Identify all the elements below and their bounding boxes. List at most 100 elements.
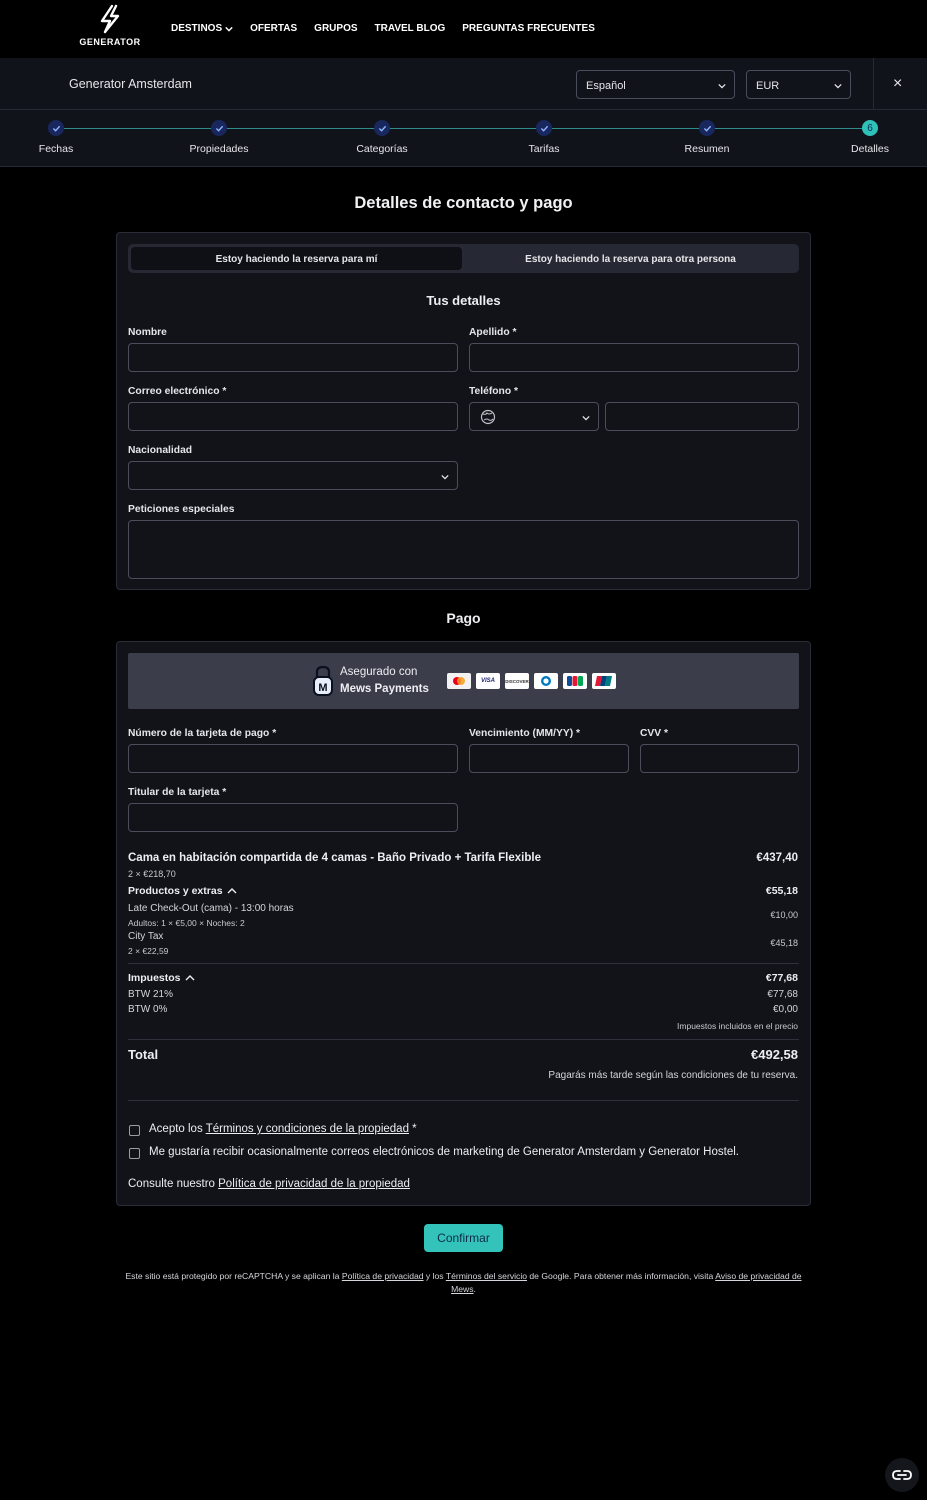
hotel-name: Generator Amsterdam xyxy=(69,77,192,91)
discover-icon: DISCOVER xyxy=(505,673,529,689)
btw21-label: BTW 21% xyxy=(128,989,174,1000)
menu-item-faq[interactable]: PREGUNTAS FRECUENTES xyxy=(462,23,595,34)
expiry-input[interactable] xyxy=(469,744,629,773)
step-resumen[interactable]: Resumen xyxy=(647,120,767,155)
terms-link[interactable]: Términos y condiciones de la propiedad xyxy=(206,1123,409,1135)
step-number-badge: 6 xyxy=(862,120,878,136)
booking-for-toggle: Estoy haciendo la reserva para mí Estoy … xyxy=(128,244,799,273)
special-requests-textarea[interactable] xyxy=(128,520,799,579)
step-fechas[interactable]: Fechas xyxy=(0,120,116,155)
recaptcha-text: de Google. Para obtener más información,… xyxy=(527,1271,716,1281)
email-input[interactable] xyxy=(128,402,458,431)
card-holder-input[interactable] xyxy=(128,803,458,832)
phone-number-input[interactable] xyxy=(605,402,799,431)
secured-with-text: Asegurado con xyxy=(340,666,418,678)
terms-prefix: Acepto los xyxy=(149,1123,206,1135)
marketing-checkbox[interactable] xyxy=(129,1148,140,1159)
total-label: Total xyxy=(128,1047,159,1062)
recaptcha-text: Este sitio está protegido por reCAPTCHA … xyxy=(125,1271,342,1281)
recaptcha-text: y los xyxy=(423,1271,446,1281)
chevron-up-icon xyxy=(185,975,195,981)
confirm-button[interactable]: Confirmar xyxy=(424,1224,503,1252)
check-icon xyxy=(699,120,715,136)
last-name-input[interactable] xyxy=(469,343,799,372)
logo-text: GENERATOR xyxy=(79,37,141,47)
google-privacy-link[interactable]: Política de privacidad xyxy=(342,1271,424,1281)
progress-steps: Fechas Propiedades Categorías Tarifas Re… xyxy=(0,110,927,167)
room-title: Cama en habitación compartida de 4 camas… xyxy=(128,852,541,864)
divider xyxy=(128,1039,799,1040)
card-number-input[interactable] xyxy=(128,744,458,773)
nationality-select[interactable] xyxy=(128,461,458,490)
chevron-down-icon xyxy=(441,474,449,480)
secured-by-mews-banner: M Asegurado con Mews Payments VISA DISCO… xyxy=(128,653,799,709)
privacy-prefix: Consulte nuestro xyxy=(128,1178,219,1190)
city-tax-amount: €45,18 xyxy=(770,938,798,948)
privacy-link[interactable]: Política de privacidad de la propiedad xyxy=(218,1178,410,1190)
top-navigation: GENERATOR DESTINOS OFERTAS GRUPOS TRAVEL… xyxy=(0,0,927,58)
card-brands: VISA DISCOVER xyxy=(447,673,616,689)
diners-club-icon xyxy=(534,673,558,689)
extras-toggle[interactable]: Productos y extras xyxy=(128,885,237,897)
chevron-down-icon xyxy=(225,26,233,32)
chevron-down-icon xyxy=(718,83,726,89)
last-name-label: Apellido * xyxy=(469,327,517,338)
city-tax-title: City Tax xyxy=(128,931,164,942)
jcb-icon xyxy=(563,673,587,689)
expiry-label: Vencimiento (MM/YY) * xyxy=(469,728,580,739)
email-label: Correo electrónico * xyxy=(128,386,227,397)
currency-select[interactable]: EUR xyxy=(746,70,851,99)
divider xyxy=(873,58,874,110)
step-label: Detalles xyxy=(851,143,889,155)
toggle-booking-for-other[interactable]: Estoy haciendo la reserva para otra pers… xyxy=(465,247,796,270)
step-propiedades[interactable]: Propiedades xyxy=(159,120,279,155)
step-tarifas[interactable]: Tarifas xyxy=(484,120,604,155)
terms-text: Acepto los Términos y condiciones de la … xyxy=(149,1123,417,1135)
divider xyxy=(128,963,799,964)
btw21-amount: €77,68 xyxy=(767,989,798,1000)
step-categorias[interactable]: Categorías xyxy=(322,120,442,155)
card-holder-label: Titular de la tarjeta * xyxy=(128,787,227,798)
google-terms-link[interactable]: Términos del servicio xyxy=(446,1271,527,1281)
cvv-input[interactable] xyxy=(640,744,799,773)
card-number-label: Número de la tarjeta de pago * xyxy=(128,728,277,739)
first-name-input[interactable] xyxy=(128,343,458,372)
check-icon xyxy=(211,120,227,136)
total-amount: €492,58 xyxy=(751,1047,798,1062)
phone-country-select[interactable] xyxy=(469,402,599,431)
language-value: Español xyxy=(586,80,626,92)
menu-item-grupos[interactable]: GRUPOS xyxy=(314,23,357,34)
taxes-included-note: Impuestos incluidos en el precio xyxy=(677,1021,798,1031)
check-icon xyxy=(536,120,552,136)
menu-item-label: OFERTAS xyxy=(250,23,298,34)
chat-button[interactable] xyxy=(885,1458,919,1492)
menu-item-label: GRUPOS xyxy=(314,23,358,34)
page-title: Detalles de contacto y pago xyxy=(354,194,573,212)
pay-later-note: Pagarás más tarde según las condiciones … xyxy=(548,1070,798,1081)
step-label: Resumen xyxy=(684,143,730,155)
booking-header: Generator Amsterdam Español EUR × xyxy=(0,58,927,110)
main-menu: DESTINOS OFERTAS GRUPOS TRAVEL BLOG PREG… xyxy=(171,23,612,34)
recaptcha-text: . xyxy=(473,1284,476,1294)
terms-checkbox[interactable] xyxy=(129,1125,140,1136)
special-requests-label: Peticiones especiales xyxy=(128,504,235,515)
menu-item-destinos[interactable]: DESTINOS xyxy=(171,23,233,34)
chat-link-icon xyxy=(892,1470,912,1480)
first-name-label: Nombre xyxy=(128,327,167,338)
generator-logo[interactable]: GENERATOR xyxy=(78,4,142,54)
step-detalles: 6 Detalles xyxy=(810,120,927,155)
extras-amount: €55,18 xyxy=(765,885,798,897)
cvv-label: CVV * xyxy=(640,728,669,739)
mastercard-icon xyxy=(447,673,471,689)
unionpay-icon xyxy=(592,673,616,689)
toggle-booking-for-me[interactable]: Estoy haciendo la reserva para mí xyxy=(131,247,462,270)
menu-item-ofertas[interactable]: OFERTAS xyxy=(250,23,297,34)
menu-item-travel-blog[interactable]: TRAVEL BLOG xyxy=(375,23,446,34)
payment-title: Pago xyxy=(446,610,481,626)
taxes-toggle[interactable]: Impuestos xyxy=(128,972,195,984)
svg-text:M: M xyxy=(318,682,327,694)
step-label: Tarifas xyxy=(528,143,560,155)
close-button[interactable]: × xyxy=(893,75,902,93)
room-detail: 2 × €218,70 xyxy=(128,869,176,879)
language-select[interactable]: Español xyxy=(576,70,735,99)
